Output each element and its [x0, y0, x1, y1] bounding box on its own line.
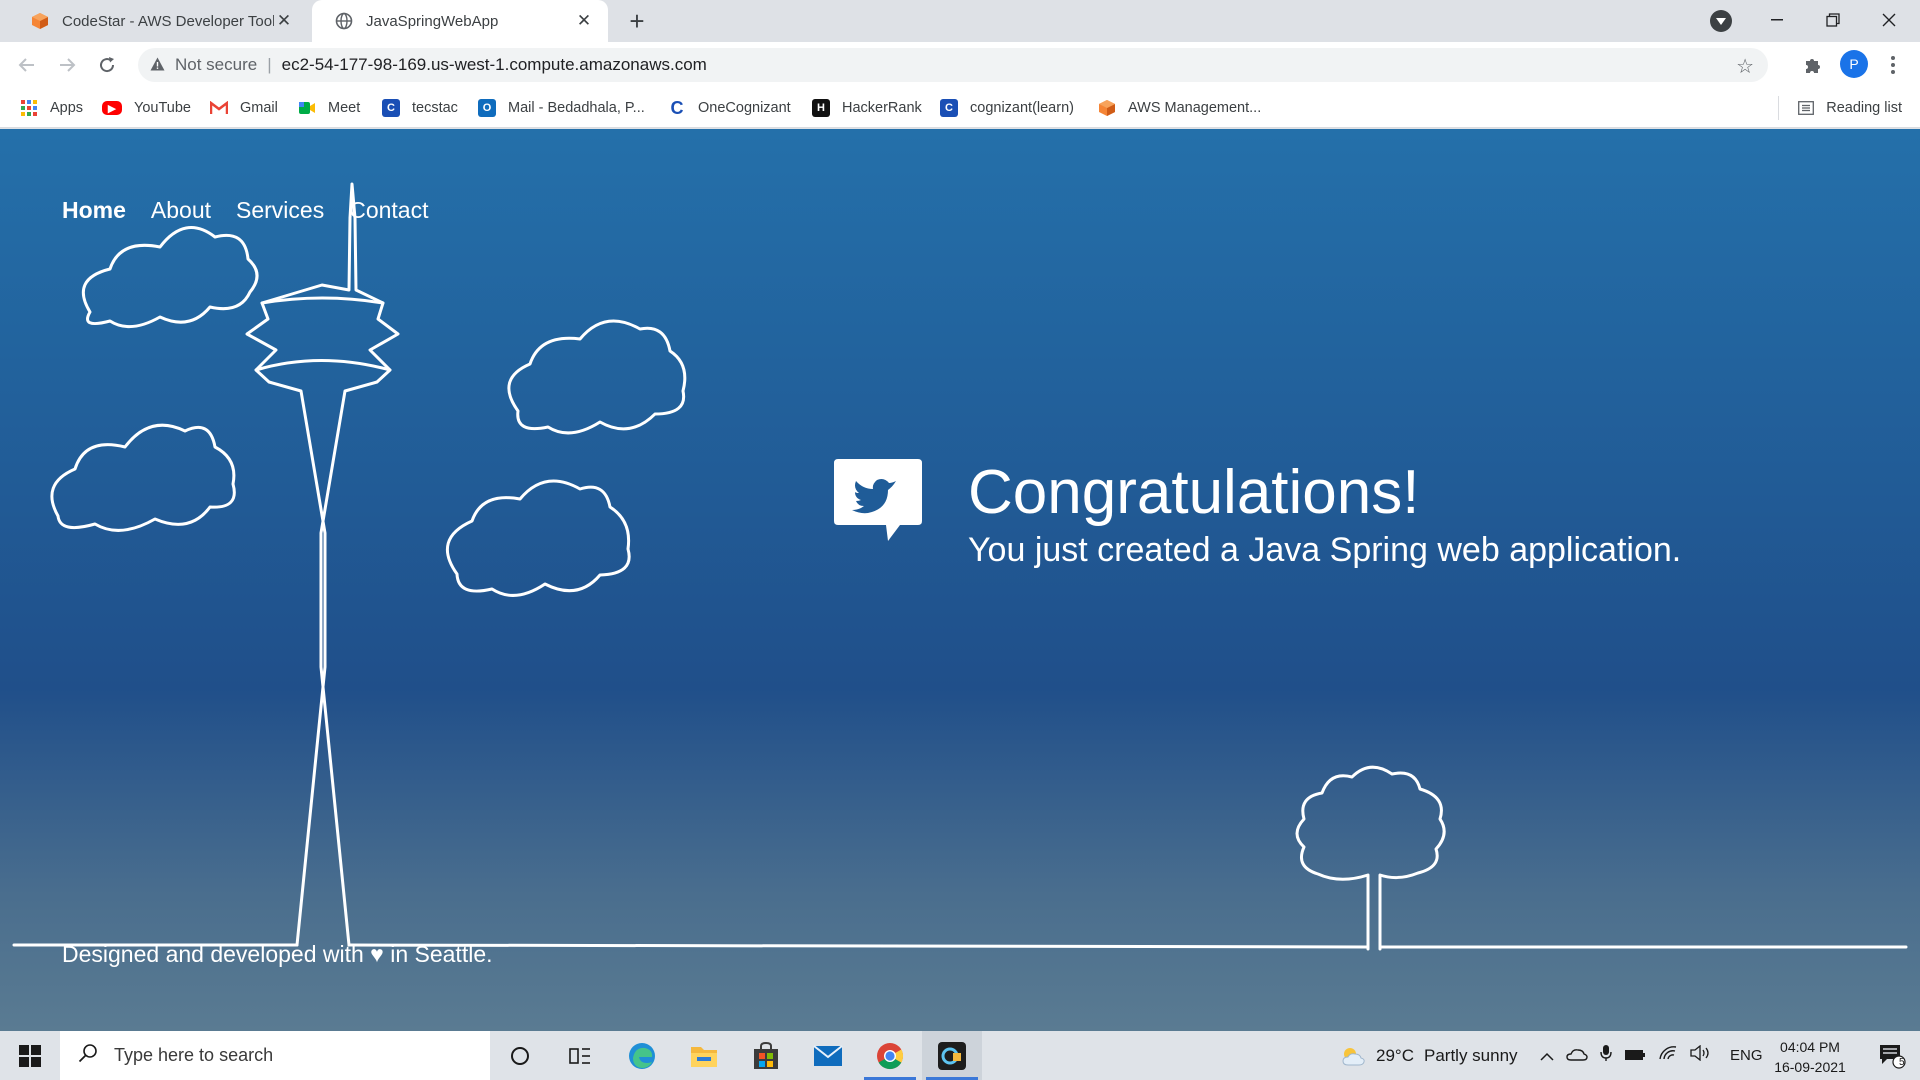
outlook-icon: O [478, 99, 496, 117]
aws-cube-icon [30, 11, 50, 31]
partly-sunny-icon [1340, 1045, 1366, 1067]
address-bar[interactable]: Not secure | ec2-54-177-98-169.us-west-1… [138, 48, 1768, 82]
battery-icon[interactable] [1624, 1046, 1646, 1066]
tab-search-button[interactable] [1710, 10, 1732, 32]
aws-cube-icon [1098, 99, 1116, 117]
nav-services-link[interactable]: Services [236, 197, 324, 224]
menu-kebab-icon[interactable] [1880, 52, 1906, 78]
minimize-button[interactable] [1749, 0, 1805, 40]
wifi-icon[interactable] [1658, 1045, 1678, 1066]
bookmark-onecognizant[interactable]: C OneCognizant [668, 88, 791, 128]
reading-list-icon [1798, 101, 1815, 115]
task-view-icon[interactable] [550, 1031, 610, 1080]
close-tab-icon[interactable]: ✕ [574, 11, 594, 31]
security-label[interactable]: Not secure [175, 55, 257, 75]
url-text[interactable]: ec2-54-177-98-169.us-west-1.compute.amaz… [282, 55, 707, 75]
forward-button[interactable] [52, 50, 82, 80]
tab-strip: CodeStar - AWS Developer Tools ✕ JavaSpr… [0, 0, 1920, 42]
profile-avatar[interactable]: P [1840, 50, 1868, 78]
close-window-button[interactable] [1861, 0, 1917, 40]
hero-title: Congratulations! [968, 458, 1420, 527]
twitter-bubble-icon[interactable] [834, 457, 924, 547]
address-separator: | [267, 55, 272, 74]
bookmarks-bar: Apps ▶ YouTube Gmail Meet C tecstac O Ma… [0, 88, 1920, 128]
cloud-top-left [81, 226, 259, 329]
new-tab-button[interactable]: + [622, 6, 652, 36]
windows-logo-icon [19, 1044, 41, 1067]
nav-contact-link[interactable]: Contact [349, 197, 428, 224]
space-needle-drawing [245, 182, 400, 947]
hackerrank-icon: H [812, 99, 830, 117]
cognizant-icon: C [670, 97, 684, 118]
browser-toolbar: Not secure | ec2-54-177-98-169.us-west-1… [0, 42, 1920, 88]
taskbar-search-box[interactable]: Type here to search [60, 1031, 490, 1080]
restore-icon [1826, 13, 1840, 27]
meet-icon [298, 99, 316, 117]
warning-triangle-icon [150, 57, 165, 74]
language-indicator[interactable]: ENG [1730, 1047, 1763, 1064]
bookmark-star-icon[interactable]: ☆ [1736, 54, 1754, 79]
site-footer: Designed and developed with ♥ in Seattle… [62, 941, 493, 967]
tree-drawing [1295, 765, 1446, 951]
youtube-icon: ▶ [102, 101, 122, 115]
chevron-down-icon [1716, 17, 1726, 25]
bookmark-apps[interactable]: Apps [20, 88, 83, 128]
globe-icon [334, 11, 354, 31]
cloud-mid-left [50, 423, 236, 532]
cognizant-icon: C [940, 99, 958, 117]
onedrive-cloud-icon[interactable] [1566, 1046, 1588, 1066]
web-page-viewport: Home About Services Contact Congratulati… [0, 129, 1920, 1031]
gmail-icon [210, 99, 228, 117]
codestar-app-icon[interactable] [922, 1031, 982, 1080]
bookmark-meet[interactable]: Meet [298, 88, 360, 128]
bookmark-aws-management[interactable]: AWS Management... [1098, 88, 1261, 128]
cloud-upper-center [507, 319, 687, 435]
back-button[interactable] [12, 50, 42, 80]
site-nav: Home About Services Contact [62, 197, 428, 224]
cloud-lower-center [446, 479, 631, 597]
extensions-puzzle-icon[interactable] [1800, 52, 1826, 78]
bookmark-cognizant-learn[interactable]: C cognizant(learn) [940, 88, 1074, 128]
forward-arrow-icon [60, 58, 76, 72]
minimize-icon [1771, 19, 1783, 21]
apps-grid-icon [20, 99, 38, 117]
reading-list-button[interactable]: Reading list [1778, 88, 1902, 128]
reload-button[interactable] [92, 50, 122, 80]
tab-javaspringwebapp[interactable]: JavaSpringWebApp ✕ [312, 0, 608, 42]
cortana-icon[interactable] [490, 1031, 550, 1080]
nav-home-link[interactable]: Home [62, 197, 126, 224]
hero-subtitle: You just created a Java Spring web appli… [968, 531, 1682, 569]
reload-icon [100, 57, 115, 73]
bookmark-tecstac[interactable]: C tecstac [382, 88, 458, 128]
chevron-up-icon[interactable] [1540, 1046, 1554, 1066]
cognizant-icon: C [382, 99, 400, 117]
chrome-icon[interactable] [860, 1031, 920, 1080]
nav-about-link[interactable]: About [151, 197, 211, 224]
start-button[interactable] [0, 1031, 60, 1080]
tab-codestar[interactable]: CodeStar - AWS Developer Tools ✕ [8, 0, 308, 42]
system-tray: ENG [1540, 1031, 1763, 1080]
bookmark-youtube[interactable]: ▶ YouTube [102, 88, 191, 128]
taskbar-clock[interactable]: 04:04 PM 16-09-2021 [1762, 1037, 1858, 1077]
weather-widget[interactable]: 29°C Partly sunny [1340, 1031, 1518, 1080]
seattle-skyline-illustration [12, 182, 1908, 951]
speaker-icon[interactable] [1690, 1044, 1712, 1066]
notification-count: 5 [1899, 1057, 1905, 1068]
bookmark-outlook-mail[interactable]: O Mail - Bedadhala, P... [478, 88, 645, 128]
file-explorer-icon[interactable] [674, 1031, 734, 1080]
mail-icon[interactable] [798, 1031, 858, 1080]
restore-button[interactable] [1805, 0, 1861, 40]
bookmark-hackerrank[interactable]: H HackerRank [812, 88, 922, 128]
windows-taskbar: Type here to search 29°C Partly sunny EN… [0, 1031, 1920, 1080]
hero-section: Congratulations! You just created a Java… [834, 457, 1834, 577]
search-icon [78, 1043, 98, 1069]
notification-center-button[interactable]: 5 [1862, 1031, 1920, 1080]
back-arrow-icon [18, 58, 34, 72]
microphone-icon[interactable] [1600, 1044, 1612, 1067]
bookmark-gmail[interactable]: Gmail [210, 88, 278, 128]
edge-icon[interactable] [612, 1031, 672, 1080]
close-tab-icon[interactable]: ✕ [274, 11, 294, 31]
close-icon [1882, 13, 1896, 27]
store-icon[interactable] [736, 1031, 796, 1080]
